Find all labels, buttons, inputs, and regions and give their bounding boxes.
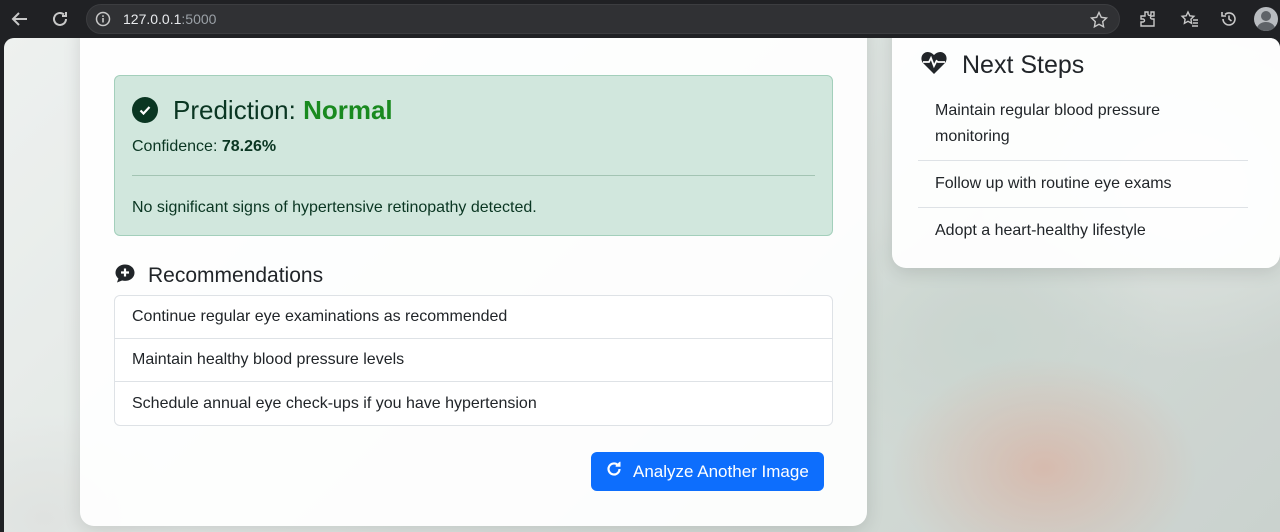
check-circle-icon (132, 97, 158, 123)
profile-avatar[interactable] (1254, 7, 1278, 31)
recommendations-list: Continue regular eye examinations as rec… (114, 295, 833, 426)
heart-pulse-icon (920, 50, 948, 81)
back-icon[interactable] (8, 7, 32, 31)
list-item: Maintain regular blood pressure monitori… (918, 88, 1248, 161)
next-steps-list: Maintain regular blood pressure monitori… (918, 88, 1248, 254)
page-viewport: Prediction: Normal Confidence: 78.26% No… (4, 38, 1280, 532)
chat-plus-icon (114, 263, 136, 290)
site-info-icon[interactable] (95, 11, 111, 27)
address-bar[interactable]: 127.0.0.1:5000 (86, 4, 1120, 34)
analyze-another-label: Analyze Another Image (633, 461, 809, 481)
next-steps-heading: Next Steps (920, 50, 1084, 80)
recommendations-heading: Recommendations (114, 263, 323, 289)
analyze-another-button[interactable]: Analyze Another Image (591, 452, 824, 491)
url-host: 127.0.0.1 (123, 11, 182, 27)
bookmark-star-icon[interactable] (1089, 10, 1109, 35)
reload-icon[interactable] (48, 7, 72, 31)
list-item: Schedule annual eye check-ups if you hav… (132, 394, 537, 412)
recommendations-title: Recommendations (148, 264, 324, 287)
results-card: Prediction: Normal Confidence: 78.26% No… (80, 38, 867, 526)
prediction-label: Prediction: (173, 95, 304, 125)
history-icon[interactable] (1217, 7, 1241, 31)
confidence-label: Confidence: (132, 138, 222, 155)
refresh-icon (605, 460, 623, 483)
confidence-text: Confidence: 78.26% (132, 138, 276, 156)
confidence-value: 78.26% (221, 138, 277, 155)
favorites-icon[interactable] (1178, 7, 1202, 31)
url-port: :5000 (181, 11, 217, 27)
alert-divider (132, 175, 815, 176)
browser-toolbar: 127.0.0.1:5000 (0, 0, 1280, 38)
next-steps-card: Next Steps Maintain regular blood pressu… (892, 38, 1280, 268)
url-text: 127.0.0.1:5000 (123, 11, 216, 27)
list-item: Maintain healthy blood pressure levels (115, 339, 832, 382)
prediction-title: Prediction: Normal (173, 95, 393, 126)
prediction-value: Normal (303, 95, 393, 125)
list-item: Follow up with routine eye exams (918, 161, 1248, 208)
next-steps-title: Next Steps (962, 50, 1085, 79)
list-item: Continue regular eye examinations as rec… (115, 296, 832, 339)
prediction-alert: Prediction: Normal Confidence: 78.26% No… (114, 75, 833, 236)
extensions-icon[interactable] (1136, 7, 1160, 31)
prediction-message: No significant signs of hypertensive ret… (132, 199, 537, 216)
list-item: Adopt a heart-healthy lifestyle (935, 222, 1146, 239)
